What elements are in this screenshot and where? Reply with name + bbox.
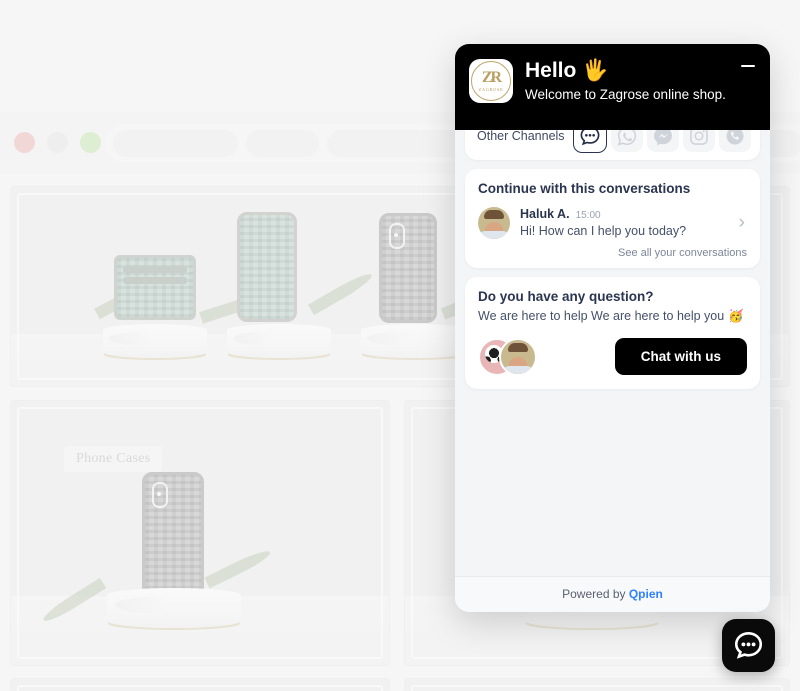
product-phone-case bbox=[142, 472, 204, 599]
avatar bbox=[478, 206, 510, 239]
avatar-hair bbox=[508, 342, 528, 352]
other-channels-label: Other Channels bbox=[477, 129, 565, 143]
avatar bbox=[499, 337, 537, 376]
chat-channel-button[interactable] bbox=[572, 129, 607, 153]
avatar-shirt bbox=[503, 365, 533, 374]
brand-monogram: ZR bbox=[481, 68, 502, 86]
brand-logo-ring: ZR ZAGROSE bbox=[471, 61, 511, 101]
party-face-icon: 🥳 bbox=[728, 308, 744, 323]
product-tile-phone-cases bbox=[10, 400, 390, 666]
powered-by-label: Powered by bbox=[562, 587, 626, 601]
widget-header: ZR ZAGROSE Hello 🖐️ Welcome to Zagrose o… bbox=[455, 44, 770, 130]
widget-footer: Powered by Qpien bbox=[455, 576, 770, 612]
welcome-subtitle: Welcome to Zagrose online shop. bbox=[525, 87, 726, 103]
chat-with-us-button[interactable]: Chat with us bbox=[614, 338, 747, 376]
messenger-channel-button[interactable] bbox=[646, 129, 679, 152]
camera-lens bbox=[389, 223, 405, 249]
brand-logo: ZR ZAGROSE bbox=[469, 59, 513, 103]
whatsapp-channel-button[interactable] bbox=[610, 129, 643, 152]
other-channels-bar: Other Channels bbox=[465, 129, 760, 160]
conversation-list-item[interactable]: Haluk A. 15:00 Hi! How can I help you to… bbox=[478, 206, 747, 239]
widget-body: Other Channels Continue with this conver… bbox=[455, 129, 770, 576]
brand-wordmark: ZAGROSE bbox=[478, 86, 504, 92]
question-card-subtitle: We are here to help We are here to help … bbox=[478, 309, 725, 324]
chat-bubble-dots-icon bbox=[580, 129, 600, 146]
chevron-right-icon: › bbox=[738, 212, 745, 234]
browser-traffic-lights bbox=[14, 132, 101, 153]
url-pill bbox=[246, 129, 319, 157]
product-tile-bottom-left bbox=[10, 678, 390, 691]
messenger-icon bbox=[653, 129, 672, 146]
conversations-card-title: Continue with this conversations bbox=[478, 180, 691, 196]
product-tile-bottom-right bbox=[404, 678, 790, 691]
see-all-conversations-link[interactable]: See all your conversations bbox=[478, 247, 747, 259]
qpien-brand-link[interactable]: Qpien bbox=[629, 587, 663, 601]
conversation-preview-message: Hi! How can I help you today? bbox=[520, 224, 687, 239]
greeting-line: Hello 🖐️ bbox=[525, 59, 754, 82]
chat-widget: ZR ZAGROSE Hello 🖐️ Welcome to Zagrose o… bbox=[455, 44, 770, 612]
marble-podium bbox=[361, 324, 469, 359]
phone-channel-button[interactable] bbox=[718, 129, 751, 152]
conversation-agent-name: Haluk A. bbox=[520, 207, 570, 222]
card-inner-frame bbox=[17, 685, 383, 691]
question-card-subtitle-row: We are here to help We are here to help … bbox=[478, 309, 747, 324]
conversation-timestamp: 15:00 bbox=[575, 210, 601, 222]
chat-bubble-dots-icon bbox=[734, 631, 763, 659]
product-phone-case bbox=[379, 213, 437, 323]
whatsapp-icon bbox=[617, 129, 636, 146]
instagram-icon bbox=[689, 129, 708, 145]
chat-launcher-button[interactable] bbox=[722, 619, 775, 672]
question-card-title: Do you have any question? bbox=[478, 288, 654, 304]
avatar-hair bbox=[484, 209, 504, 219]
marble-podium bbox=[227, 324, 331, 359]
phone-handset-icon bbox=[726, 129, 744, 145]
card-inner-frame bbox=[411, 685, 783, 691]
instagram-channel-button[interactable] bbox=[682, 129, 715, 152]
question-card-footer: Chat with us bbox=[478, 337, 747, 376]
browser-dot-red bbox=[14, 132, 35, 153]
product-category-badge: Phone Cases bbox=[64, 446, 163, 472]
question-card: Do you have any question? We are here to… bbox=[465, 276, 760, 389]
minimize-icon bbox=[741, 64, 755, 68]
marble-podium bbox=[103, 324, 207, 359]
camera-lens bbox=[152, 482, 168, 508]
url-pill bbox=[113, 129, 238, 157]
waving-hand-icon: 🖐️ bbox=[582, 59, 609, 82]
minimize-button[interactable] bbox=[740, 58, 756, 74]
browser-dot-green bbox=[80, 132, 101, 153]
agent-avatar-stack bbox=[478, 337, 537, 376]
product-folio-case bbox=[237, 212, 297, 322]
product-card-wallet bbox=[114, 255, 196, 320]
browser-dot-gray bbox=[47, 132, 68, 153]
greeting-text: Hello bbox=[525, 59, 577, 82]
marble-podium bbox=[107, 588, 241, 629]
avatar-shirt bbox=[479, 230, 509, 239]
conversations-card: Continue with this conversations Haluk A… bbox=[465, 168, 760, 268]
